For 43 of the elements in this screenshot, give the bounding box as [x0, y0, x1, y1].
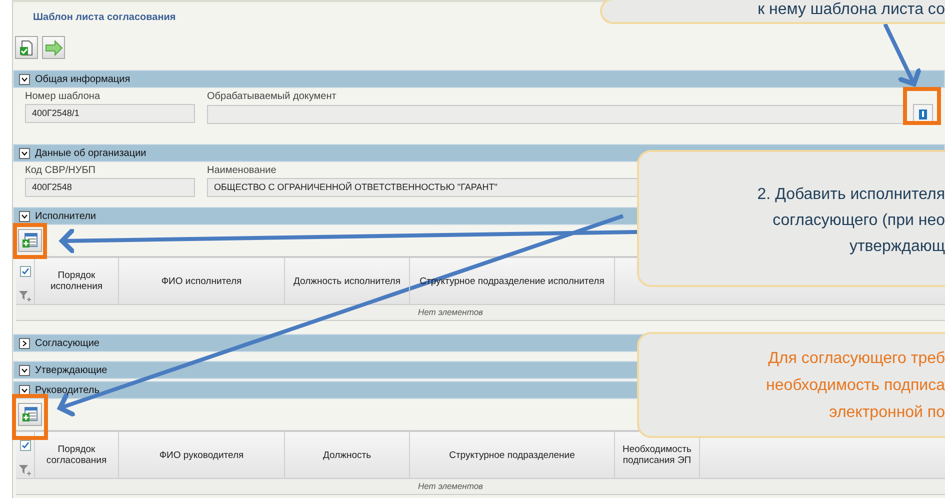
callout-text: утверждающ — [849, 236, 945, 256]
callout-text: электронной по — [829, 402, 945, 422]
save-button[interactable] — [15, 36, 38, 59]
arrow-right-icon — [44, 40, 62, 56]
section-title: Утверждающие — [35, 364, 108, 376]
add-row-button[interactable] — [18, 403, 42, 426]
highlight-frame — [12, 394, 48, 440]
field-label: Код СВР/НУБП — [25, 165, 96, 176]
input-field[interactable]: 400Г2548 — [25, 178, 195, 197]
add-row-button[interactable] — [18, 229, 42, 252]
add-row-icon — [22, 407, 38, 422]
callout-text: к нему шаблона листа со — [758, 1, 945, 19]
section-title: Исполнители — [35, 210, 96, 222]
section-header[interactable]: Общая информация — [13, 70, 945, 88]
input-field[interactable]: 400Г2548/1 — [25, 104, 195, 123]
book-icon — [918, 108, 928, 120]
section-title: Данные об организации — [35, 148, 146, 158]
select-all-checkbox[interactable] — [20, 266, 30, 277]
add-row-icon — [22, 233, 38, 248]
field-label: Обрабатываемый документ — [207, 91, 338, 102]
filter-icon[interactable] — [19, 464, 31, 476]
section-title: Общая информация — [35, 74, 130, 84]
filter-icon[interactable] — [19, 290, 31, 302]
column-header[interactable]: ФИО руководителя — [119, 432, 285, 478]
highlight-frame — [903, 87, 941, 125]
column-header[interactable]: ФИО исполнителя — [119, 258, 285, 304]
section-title: Согласующие — [35, 338, 100, 348]
arrow — [883, 23, 922, 86]
page-title: Шаблон листа согласования — [32, 11, 176, 25]
column-header[interactable]: Должность — [285, 432, 410, 478]
column-header[interactable]: Должность исполнителя — [285, 258, 410, 304]
field-label: Номер шаблона — [25, 91, 102, 102]
field-label: Наименование — [207, 165, 278, 176]
empty-message: Нет элементов — [418, 307, 483, 317]
column-header[interactable]: Порядок исполнения — [35, 258, 119, 304]
section-title: Руководитель — [35, 384, 100, 396]
column-header[interactable]: Порядок согласования — [35, 432, 119, 478]
select-all-checkbox[interactable] — [20, 440, 30, 451]
next-button[interactable] — [42, 36, 65, 59]
empty-message: Нет элементов — [418, 481, 483, 491]
document-check-icon — [18, 40, 34, 56]
column-header[interactable]: Структурное подразделение — [410, 432, 615, 478]
highlight-frame — [13, 223, 47, 259]
